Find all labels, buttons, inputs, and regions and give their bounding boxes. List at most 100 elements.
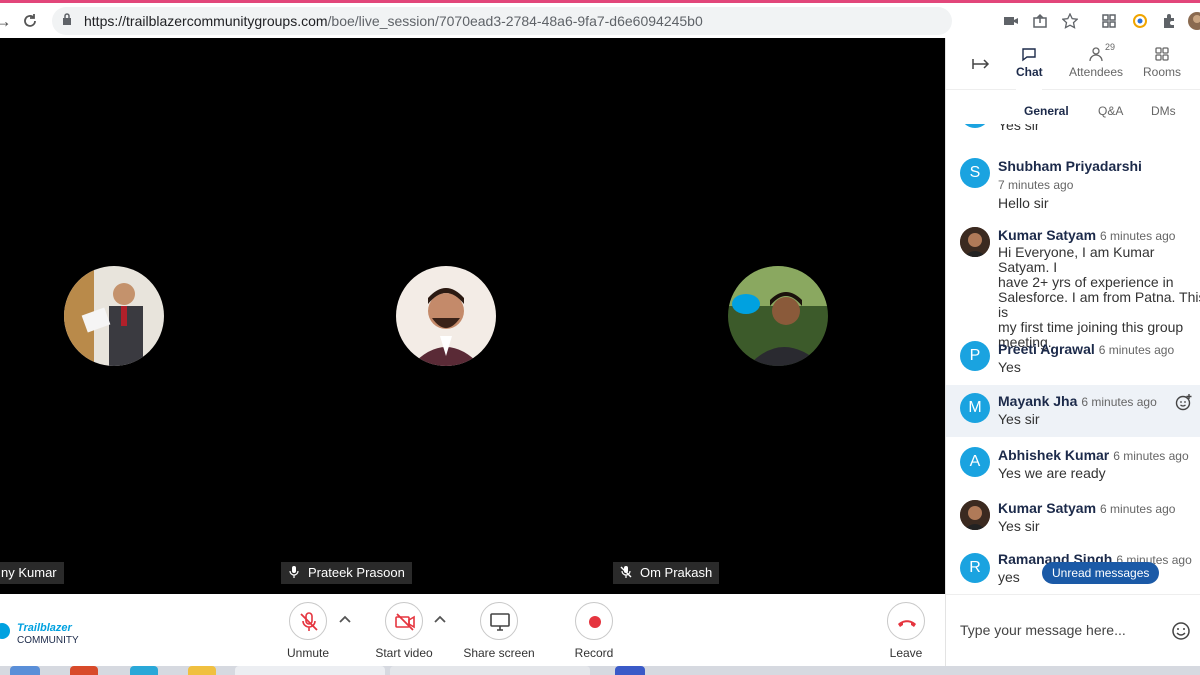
unmute-label: Unmute	[286, 646, 330, 660]
message-time: 6 minutes ago	[1081, 395, 1157, 409]
profile-avatar[interactable]	[1188, 12, 1200, 30]
message-time: 6 minutes ago	[1100, 229, 1176, 243]
tab-rooms-label: Rooms	[1142, 65, 1181, 79]
subtab-qa[interactable]: Q&A	[1098, 104, 1123, 118]
avatar: R	[960, 553, 990, 583]
message-text: Yes sir	[998, 124, 1040, 133]
message-author: Preeti Agrawal	[998, 341, 1095, 357]
chat-message-list[interactable]: Yes sir S Shubham Priyadarshi 7 minutes …	[946, 124, 1200, 590]
chevron-up-icon[interactable]	[433, 614, 447, 624]
address-bar[interactable]: https://trailblazercommunitygroups.com/b…	[52, 7, 952, 35]
camera-blocked-icon[interactable]	[1003, 13, 1019, 29]
share-screen-button[interactable]: Share screen	[459, 602, 539, 660]
participant-name: Prateek Prasoon	[308, 565, 405, 580]
taskbar-app-active[interactable]	[235, 666, 385, 675]
tab-chat-label: Chat	[1016, 65, 1043, 79]
leave-label: Leave	[889, 646, 923, 660]
svg-text:Trailblazer: Trailblazer	[17, 622, 73, 634]
unread-messages-button[interactable]: Unread messages	[1042, 562, 1160, 584]
message-input[interactable]	[960, 615, 1160, 645]
avatar	[960, 124, 990, 128]
taskbar-app[interactable]	[390, 666, 590, 675]
list-item[interactable]: M Mayank Jha 6 minutes ago Yes sir	[946, 385, 1200, 437]
share-icon[interactable]	[1032, 13, 1048, 29]
collapse-sidebar-icon[interactable]	[972, 58, 990, 70]
leave-button[interactable]: Leave	[866, 602, 946, 660]
hang-up-icon	[898, 620, 916, 627]
mic-icon	[289, 566, 299, 578]
add-reaction-icon[interactable]	[1175, 393, 1193, 411]
subtab-general[interactable]: General	[1024, 104, 1069, 118]
puzzle-icon[interactable]	[1161, 13, 1177, 29]
extension-icon[interactable]	[1132, 13, 1148, 29]
list-item: A Abhishek Kumar 6 minutes ago Yes we are…	[946, 445, 1200, 485]
taskbar-app-icon[interactable]	[70, 666, 98, 675]
person-icon	[1089, 47, 1103, 62]
extension-grid-icon[interactable]	[1101, 13, 1117, 29]
message-text: Yes we are ready	[998, 465, 1106, 481]
participant-name: ny Kumar	[1, 565, 57, 580]
reload-icon[interactable]	[22, 13, 38, 29]
sidebar-tabs: Chat Attendees 29 Rooms	[946, 38, 1200, 91]
taskbar-app-icon[interactable]	[130, 666, 158, 675]
video-off-icon	[395, 613, 415, 631]
taskbar-app-icon[interactable]	[188, 666, 216, 675]
tab-chat[interactable]: Chat	[1016, 46, 1043, 91]
message-author: Abhishek Kumar	[998, 447, 1110, 463]
chat-sidebar: Chat Attendees 29 Rooms General Q&A DMs …	[945, 38, 1200, 666]
taskbar-app-icon[interactable]	[10, 666, 40, 675]
share-screen-label: Share screen	[463, 646, 535, 660]
record-button[interactable]: Record	[554, 602, 634, 660]
message-text: Yes sir	[998, 411, 1040, 427]
record-label: Record	[574, 646, 614, 660]
avatar: A	[960, 447, 990, 477]
lock-icon	[63, 13, 71, 25]
avatar	[960, 500, 990, 530]
avatar: S	[960, 158, 990, 188]
start-video-label: Start video	[375, 646, 433, 660]
forward-icon[interactable]: →	[0, 11, 12, 32]
tab-attendees-label: Attendees	[1068, 65, 1124, 79]
chevron-up-icon[interactable]	[338, 614, 352, 624]
tab-rooms[interactable]: Rooms	[1142, 46, 1182, 79]
message-author: Shubham Priyadarshi	[998, 158, 1142, 174]
monitor-icon	[490, 613, 510, 631]
list-item: S Shubham Priyadarshi 7 minutes ago Hell…	[946, 156, 1200, 211]
trailblazer-logo: Trailblazer COMMUNITY	[0, 622, 79, 646]
message-author: Kumar Satyam	[998, 227, 1097, 243]
record-icon	[589, 616, 601, 628]
avatar: P	[960, 341, 990, 371]
list-item: Yes sir	[946, 124, 1200, 138]
meeting-controls: Trailblazer COMMUNITY Unmute Start video…	[0, 594, 945, 666]
message-text: Hello sir	[998, 195, 1049, 211]
list-item: Kumar Satyam 6 minutes ago Yes sir	[946, 498, 1200, 538]
avatar	[960, 227, 990, 257]
start-video-button[interactable]: Start video	[364, 602, 444, 660]
message-text: yes	[998, 569, 1020, 585]
unmute-button[interactable]: Unmute	[268, 602, 348, 660]
browser-bar: → https://trailblazercommunitygroups.com…	[0, 0, 1200, 38]
chat-bubble-icon	[1022, 48, 1036, 62]
emoji-icon[interactable]	[1171, 621, 1191, 641]
star-icon[interactable]	[1062, 13, 1078, 29]
mic-muted-icon	[620, 566, 632, 578]
taskbar-app-icon[interactable]	[615, 666, 645, 675]
mic-muted-icon	[300, 612, 318, 631]
subtab-dms[interactable]: DMs	[1151, 104, 1176, 118]
message-text: Yes	[998, 359, 1021, 375]
list-item: P Preeti Agrawal 6 minutes ago Yes	[946, 339, 1200, 379]
tab-attendees[interactable]: Attendees	[1068, 46, 1124, 79]
message-author: Mayank Jha	[998, 393, 1078, 409]
participant-avatar-2	[396, 266, 496, 366]
participant-avatar-1	[64, 266, 164, 366]
url-text: https://trailblazercommunitygroups.com/b…	[84, 13, 703, 29]
message-text: Hi Everyone, I am Kumar Satyam. I have 2…	[998, 244, 1200, 350]
participant-avatar-3	[728, 266, 828, 366]
message-text: Yes sir	[998, 518, 1040, 534]
os-taskbar	[0, 666, 1200, 675]
participant-name-tag-3: Om Prakash	[613, 562, 720, 584]
avatar: M	[960, 393, 990, 423]
rooms-grid-icon	[1155, 47, 1169, 61]
message-time: 6 minutes ago	[1113, 449, 1189, 463]
participant-name-tag-2: Prateek Prasoon	[281, 562, 412, 584]
